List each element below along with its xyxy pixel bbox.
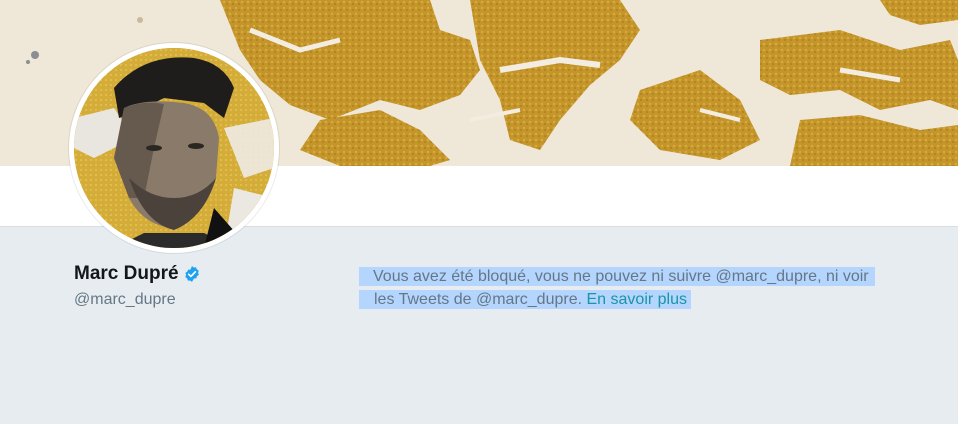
verified-badge-icon — [183, 265, 201, 283]
selected-text-line-2: les Tweets de @marc_dupre. En savoir plu… — [359, 290, 691, 309]
blocked-notice-text: les Tweets de @marc_dupre. — [374, 291, 587, 308]
profile-page: Marc Dupré @marc_dupre Vous avez été blo… — [0, 0, 958, 424]
profile-handle[interactable]: @marc_dupre — [74, 291, 176, 309]
blocked-notice-line-2: les Tweets de @marc_dupre. En savoir plu… — [359, 288, 951, 311]
profile-name[interactable]: Marc Dupré — [74, 263, 201, 285]
learn-more-link[interactable]: En savoir plus — [587, 291, 688, 308]
avatar[interactable] — [69, 43, 279, 253]
blocked-notice: Vous avez été bloqué, vous ne pouvez ni … — [359, 265, 951, 311]
blocked-notice-line-1: Vous avez été bloqué, vous ne pouvez ni … — [359, 265, 951, 288]
profile-name-text: Marc Dupré — [74, 263, 179, 284]
selected-text: Vous avez été bloqué, vous ne pouvez ni … — [359, 267, 875, 286]
avatar-image — [74, 48, 274, 248]
